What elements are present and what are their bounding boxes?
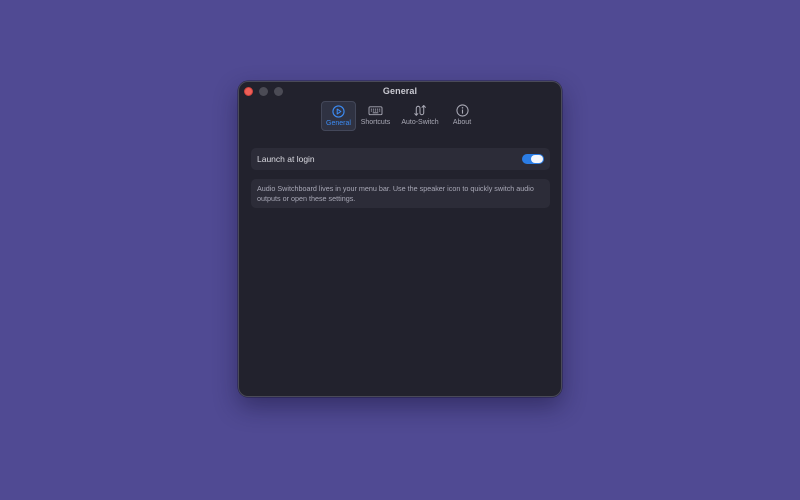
tab-auto-switch[interactable]: Auto-Switch [398,101,442,131]
tab-about-label: About [452,119,472,126]
info-circle-icon [455,104,469,117]
play-circle-icon [332,105,345,118]
launch-at-login-toggle[interactable] [522,154,544,164]
toggle-knob [531,155,543,163]
launch-at-login-label: Launch at login [257,154,315,164]
settings-toolbar: General Shortcuts Auto-Switch About [239,101,561,131]
tab-general[interactable]: General [321,101,356,131]
tab-shortcuts-label: Shortcuts [360,119,391,126]
settings-window: General General Shortcuts Auto-Switch Ab… [238,81,562,397]
desktop-background: General General Shortcuts Auto-Switch Ab… [0,0,800,500]
tab-about[interactable]: About [447,101,477,131]
tab-general-label: General [326,120,351,127]
tab-auto-switch-label: Auto-Switch [401,119,439,126]
window-title: General [382,86,418,96]
info-box: Audio Switchboard lives in your menu bar… [251,179,550,208]
keyboard-icon [368,104,383,117]
info-text: Audio Switchboard lives in your menu bar… [257,184,534,203]
tab-shortcuts[interactable]: Shortcuts [358,101,393,131]
auto-switch-arrows-icon [413,104,427,117]
launch-at-login-row: Launch at login [251,148,550,170]
